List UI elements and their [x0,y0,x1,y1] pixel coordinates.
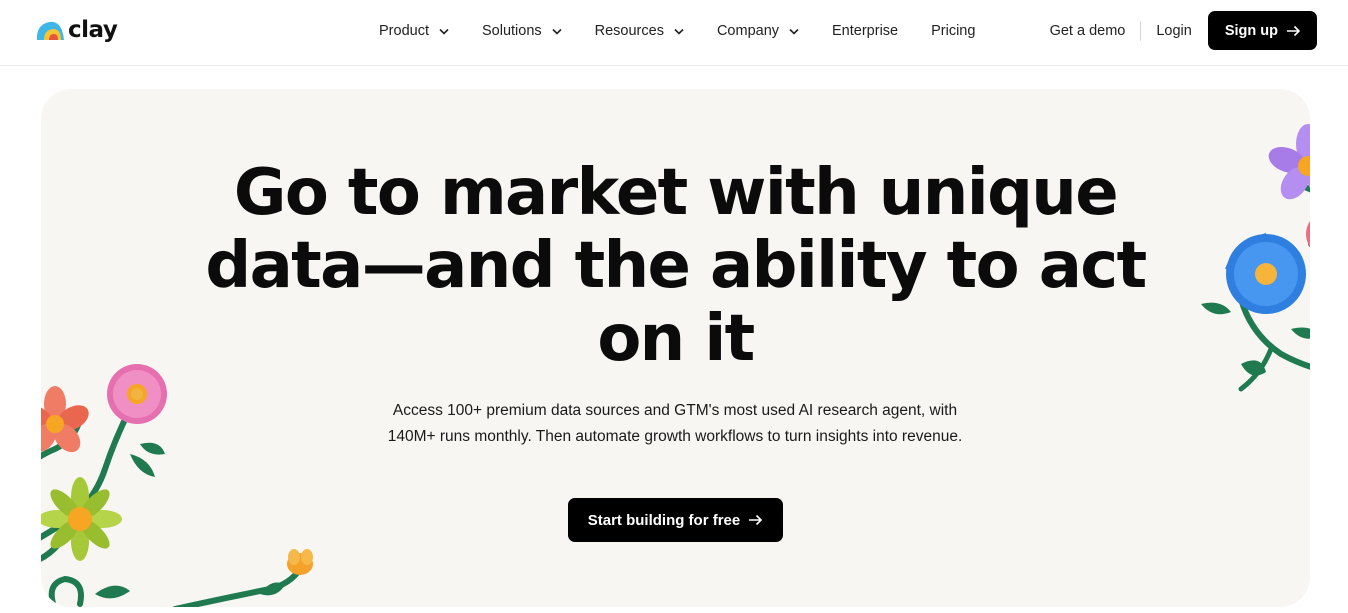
chevron-down-icon [439,28,449,35]
sign-up-label: Sign up [1224,22,1278,39]
nav-item-product[interactable]: Product [379,20,449,42]
right-flowers-illustration [1201,124,1310,392]
nav-item-label: Product [379,23,429,39]
nav-item-enterprise[interactable]: Enterprise [832,20,898,42]
cta-label: Start building for free [587,511,741,529]
login-link[interactable]: Login [1156,23,1191,39]
main-nav: Product Solutions Resources Company Ente… [379,20,1008,42]
left-flowers-illustration [41,364,313,607]
nav-item-label: Enterprise [832,23,899,39]
chevron-down-icon [552,28,562,35]
chevron-down-icon [674,28,684,35]
nav-item-label: Pricing [931,23,976,39]
nav-item-solutions[interactable]: Solutions [482,20,562,42]
nav-item-label: Solutions [481,23,542,39]
chevron-down-icon [789,28,799,35]
headline-line: data—and the ability to act [205,229,1147,303]
nav-item-pricing[interactable]: Pricing [931,20,975,42]
site-header: clay Product Solutions Resources Company… [0,0,1348,66]
arrow-right-icon [1287,25,1301,36]
nav-item-resources[interactable]: Resources [595,20,684,42]
nav-item-label: Resources [594,23,664,39]
sign-up-button[interactable]: Sign up [1207,11,1317,50]
header-divider [1140,20,1142,41]
headline-line: Go to market with unique [233,156,1119,230]
nav-item-label: Company [716,23,780,39]
hero-section: Go to market with unique data—and the ab… [41,89,1310,607]
nav-item-company[interactable]: Company [717,20,799,42]
arrow-right-icon [749,514,763,526]
start-building-button[interactable]: Start building for free [568,498,783,542]
clay-logo-icon [36,21,64,40]
hero-subtext: Access 100+ premium data sources and GTM… [387,402,963,445]
get-demo-link[interactable]: Get a demo [1050,23,1126,39]
hero-headline: Go to market with unique data—and the ab… [41,157,1310,376]
brand-name: clay [68,17,118,43]
header-actions: Get a demo Login Sign up [1050,11,1317,50]
clay-logo[interactable]: clay [35,17,118,43]
